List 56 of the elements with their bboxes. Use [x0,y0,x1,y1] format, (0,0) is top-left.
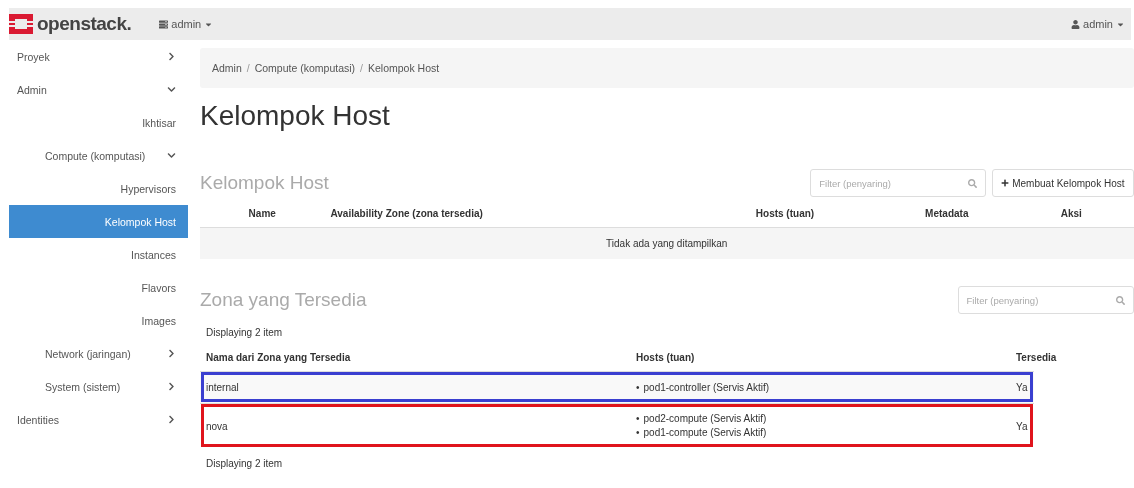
breadcrumb-link[interactable]: Compute (komputasi) [254,62,356,74]
chevron-down-icon [167,85,176,94]
search-icon [1115,295,1125,305]
sidebar-item[interactable]: Identities [9,403,188,436]
sidebar-item[interactable]: Instances [9,238,188,271]
column-header: Aksi [1059,207,1083,221]
table-cell-text: nova [206,420,229,432]
sidebar-item[interactable]: Proyek [9,40,188,73]
host-entry: pod1-compute (Servis Aktif) [643,426,767,440]
chevron-right-icon [167,52,176,61]
bullet-marker: • [636,426,640,440]
user-menu[interactable]: admin [1071,18,1125,30]
server-icon [159,19,169,29]
search-icon [968,178,978,188]
item-count: Displaying 2 item [205,326,284,340]
host-entry: pod2-compute (Servis Aktif) [643,412,767,426]
column-header: Nama dari Zona yang Tersedia [205,351,352,365]
breadcrumb-separator: / [360,62,363,74]
host-entry: pod1-controller (Servis Aktif) [643,380,770,395]
column-header: Metadata [924,207,970,221]
table-cell: Ya [1016,420,1028,432]
sidebar-item[interactable]: Admin [9,73,188,106]
sidebar-item[interactable]: Hypervisors [9,172,188,205]
sidebar-item[interactable]: System (sistem) [9,370,188,403]
sidebar-item[interactable]: Network (jaringan) [9,337,188,370]
section-title: Zona yang Tersedia [200,289,368,311]
sidebar-item[interactable]: Images [9,304,188,337]
sidebar-item[interactable]: Kelompok Host [9,205,188,238]
table-cell-text: internal [206,382,240,393]
logo-icon [9,14,33,34]
chevron-right-icon [167,382,176,391]
bullet-marker: • [636,412,640,426]
chevron-right-icon [167,349,176,358]
table-cell: Ya [1016,382,1028,393]
breadcrumb-link[interactable]: Admin [212,62,242,74]
item-count: Displaying 2 item [205,457,284,471]
sidebar-item[interactable]: Flavors [9,271,188,304]
breadcrumb-separator: / [246,62,250,74]
section-title: Kelompok Host [200,172,330,194]
bullet-marker: • [636,380,640,395]
sidebar-item[interactable]: Compute (komputasi) [9,139,188,172]
sidebar-item[interactable]: Ikhtisar [9,106,188,139]
column-header: Name [247,207,277,221]
project-menu[interactable]: admin [159,18,214,30]
chevron-right-icon [167,415,176,424]
logo: openstack. [9,13,132,35]
page-title: Kelompok Host [200,100,391,132]
column-header: Tersedia [1015,351,1058,365]
chevron-down-icon [167,151,176,160]
user-icon [1071,19,1081,29]
column-header: Hosts (tuan) [635,351,696,365]
empty-message: Tidak ada yang ditampilkan [200,227,1134,259]
column-header: Availability Zone (zona tersedia) [329,207,484,221]
column-header: Hosts (tuan) [754,207,816,221]
plus-icon [1001,179,1010,187]
create-button[interactable]: Membuat Kelompok Host [992,169,1134,197]
